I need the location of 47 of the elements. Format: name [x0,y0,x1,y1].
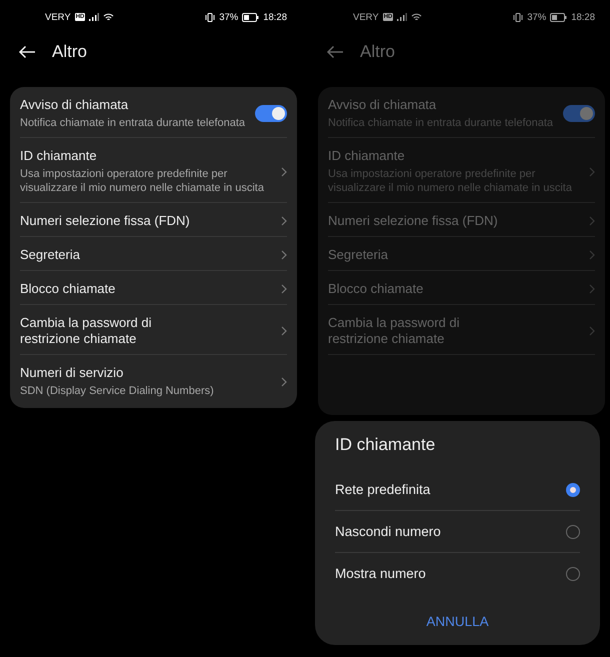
chevron-right-icon [281,250,287,260]
chevron-right-icon [589,284,595,294]
setting-title[interactable]: Cambia la password di restrizione chiamate [20,315,192,347]
battery-percent: 37% [527,12,546,22]
battery-percent: 37% [219,12,238,22]
cancel-button[interactable]: ANNULLA [418,610,497,633]
setting-title[interactable]: Numeri di servizio [20,365,192,381]
setting-description: Usa impostazioni operatore predefinite per visualizzare il mio numero nelle chiamate in uscita [20,167,265,195]
chevron-right-icon [281,216,287,226]
setting-title[interactable]: Blocco chiamate [20,281,192,297]
signal-icon [89,13,100,21]
radio-button[interactable] [566,482,580,496]
signal-icon [397,13,408,21]
page-title: Altro [360,42,395,62]
chevron-right-icon [281,166,287,176]
vibrate-icon [513,12,524,22]
setting-description: Notifica chiamate in entrata durante telefonata [20,116,246,130]
setting-title[interactable]: ID chiamante [20,148,192,164]
wifi-icon [103,12,114,22]
chevron-right-icon [589,326,595,336]
clock: 18:28 [571,12,595,22]
toggle-switch[interactable] [563,105,595,122]
option-label[interactable]: Nascondi numero [335,524,441,539]
chevron-right-icon [281,326,287,336]
page-title: Altro [52,42,87,62]
chevron-right-icon [589,216,595,226]
setting-title[interactable]: Avviso di chiamata [20,97,192,113]
radio-button[interactable] [566,524,580,538]
vibrate-icon [205,12,216,22]
chevron-right-icon [281,376,287,386]
chevron-right-icon [589,166,595,176]
battery-icon [550,12,568,22]
clock: 18:28 [263,12,287,22]
toggle-switch[interactable] [255,105,287,122]
option-label[interactable]: Rete predefinita [335,482,430,497]
radio-button[interactable] [566,566,580,580]
chevron-right-icon [281,284,287,294]
setting-title[interactable]: Segreteria [20,247,192,263]
carrier-label: VERY [353,12,379,22]
option-label[interactable]: Mostra numero [335,566,426,581]
setting-title[interactable]: Numeri selezione fissa (FDN) [20,213,192,229]
setting-description: SDN (Display Service Dialing Numbers) [20,384,215,398]
wifi-icon [411,12,422,22]
battery-icon [242,12,260,22]
chevron-right-icon [589,250,595,260]
dialog-title: ID chiamante [335,435,436,455]
carrier-label: VERY [45,12,71,22]
